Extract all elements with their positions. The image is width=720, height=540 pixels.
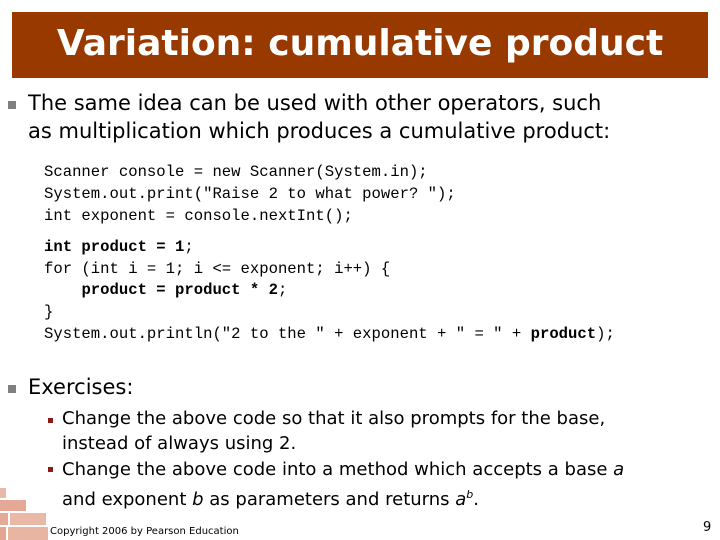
intro-line-2: as multiplication which produces a cumul… [28, 119, 611, 143]
variable-a: a [613, 459, 625, 480]
copyright-footer: Copyright 2006 by Pearson Education [50, 526, 239, 537]
code-line: int exponent = console.nextInt(); [44, 207, 353, 225]
code-text: ; [184, 238, 194, 256]
code-line: System.out.println("2 to the " + exponen… [44, 324, 615, 346]
code-line: int product = 1; [44, 237, 194, 259]
power-base: a [455, 489, 467, 510]
code-line: Scanner console = new Scanner(System.in)… [44, 163, 428, 181]
exercise-1-line-1: Change the above code so that it also pr… [62, 408, 606, 429]
sub-bullet-icon [48, 418, 53, 423]
sub-bullet-icon [48, 467, 53, 472]
code-line: System.out.print("Raise 2 to what power?… [44, 185, 456, 203]
slide-title: Variation: cumulative product [56, 23, 664, 64]
code-text: ; [277, 281, 288, 299]
code-line: for (int i = 1; i <= exponent; i++) { [44, 260, 391, 278]
code-line: product = product * 2; [44, 280, 287, 302]
exercise-1-line-2: instead of always using 2. [62, 433, 297, 454]
exercise-text: Change the above code into a method whic… [62, 459, 614, 480]
bullet-icon [8, 385, 16, 393]
page-number: 9 [703, 520, 712, 535]
code-bold: int product = 1 [44, 238, 185, 256]
brick-wall-decoration [0, 488, 48, 540]
slide-title-bar: Variation: cumulative product [12, 12, 708, 78]
code-bold: product [530, 325, 597, 343]
exercise-text: . [473, 489, 479, 510]
code-text: ); [596, 325, 615, 343]
code-text: System.out.println("2 to the " + exponen… [44, 325, 531, 343]
variable-b: b [192, 489, 204, 510]
exercise-text: as parameters and returns [203, 489, 456, 510]
intro-line-1: The same idea can be used with other ope… [28, 91, 602, 115]
bullet-icon [8, 101, 16, 109]
code-line: } [44, 303, 54, 321]
exercise-text: and exponent [62, 489, 193, 510]
exercise-2-line-2: and exponent b as parameters and returns… [62, 482, 479, 512]
exercise-2-line-1: Change the above code into a method whic… [62, 457, 624, 482]
exercises-heading: Exercises: [28, 375, 134, 399]
code-bold: product = product * 2 [81, 281, 278, 299]
